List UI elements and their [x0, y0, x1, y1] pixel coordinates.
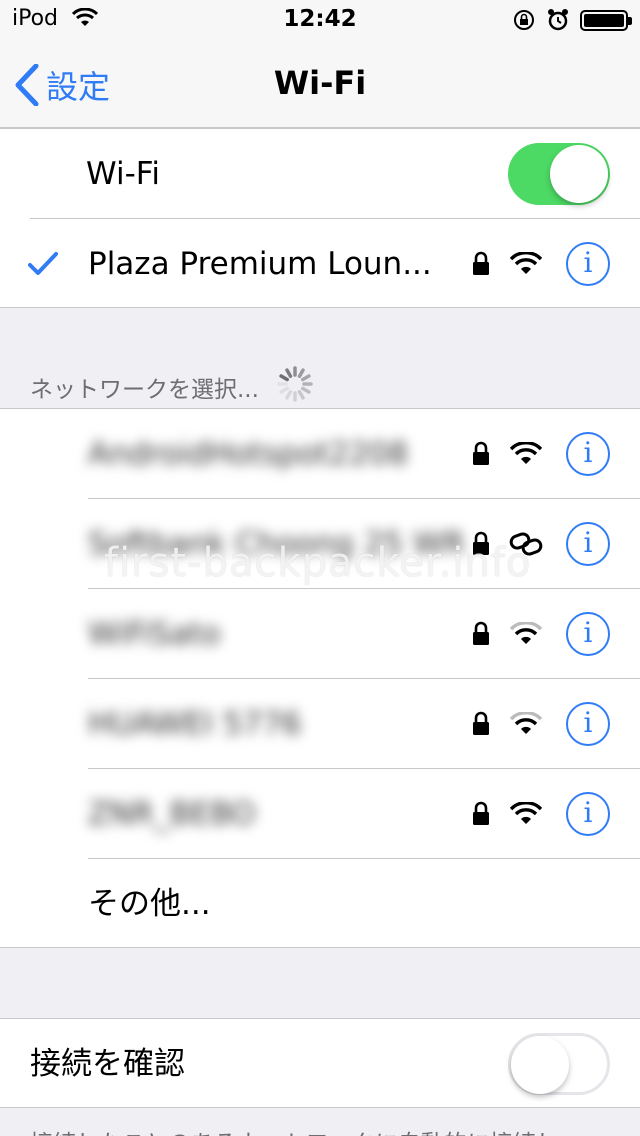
rotation-lock-icon — [512, 8, 536, 36]
wifi-signal-icon — [508, 589, 544, 679]
network-name: ZNR_BEBO — [88, 796, 256, 832]
network-row[interactable]: WiFiSato i — [0, 589, 640, 679]
network-name: Softbank Choong 25 WR — [88, 526, 466, 562]
status-bar: iPod 12:42 — [0, 0, 640, 40]
wifi-toggle-label: Wi-Fi — [86, 156, 160, 192]
navigation-bar: 設定 Wi-Fi — [0, 40, 640, 128]
lock-icon — [468, 589, 494, 679]
page-title: Wi-Fi — [273, 64, 367, 102]
lock-icon — [468, 769, 494, 859]
info-button[interactable]: i — [566, 522, 610, 566]
ask-to-join-row: 接続を確認 — [0, 1019, 640, 1109]
wifi-signal-icon — [508, 219, 544, 309]
lock-icon — [468, 499, 494, 589]
info-button[interactable]: i — [566, 612, 610, 656]
wifi-toggle-row: Wi-Fi — [0, 129, 640, 219]
section-header-label: ネットワークを選択... — [30, 377, 259, 403]
other-network-label: その他... — [88, 886, 211, 922]
network-row[interactable]: ZNR_BEBO i — [0, 769, 640, 859]
alarm-icon — [546, 8, 570, 36]
lock-icon — [468, 219, 494, 309]
network-name: WiFiSato — [88, 616, 221, 652]
connected-network-row[interactable]: Plaza Premium Loun... i — [0, 219, 640, 309]
network-row[interactable]: Softbank Choong 25 WR i — [0, 499, 640, 589]
other-network-row[interactable]: その他... — [0, 859, 640, 949]
network-section-header: ネットワークを選択... — [30, 364, 315, 410]
network-row[interactable]: AndroidHotspot2208 i — [0, 409, 640, 499]
lock-icon — [468, 409, 494, 499]
clock: 12:42 — [283, 6, 357, 32]
lock-icon — [468, 679, 494, 769]
wifi-group: Wi-Fi Plaza Premium Loun... i — [0, 128, 640, 308]
info-button[interactable]: i — [566, 702, 610, 746]
info-button[interactable]: i — [566, 242, 610, 286]
checkmark-icon — [28, 251, 58, 281]
wifi-signal-icon — [508, 409, 544, 499]
ask-to-join-toggle[interactable] — [508, 1033, 610, 1095]
link-icon — [508, 499, 544, 589]
ask-to-join-group: 接続を確認 — [0, 1018, 640, 1108]
loading-spinner-icon — [275, 364, 315, 410]
wifi-signal-icon — [508, 769, 544, 859]
footer-note: 接続したことのあるネットワークに自動的に接続し — [30, 1124, 559, 1136]
networks-group: AndroidHotspot2208 i Softbank Choong 25 … — [0, 408, 640, 948]
battery-icon — [580, 10, 632, 31]
network-name: HUAWEI 5776 — [88, 706, 302, 742]
wifi-signal-icon — [508, 679, 544, 769]
info-button[interactable]: i — [566, 432, 610, 476]
network-row[interactable]: HUAWEI 5776 i — [0, 679, 640, 769]
connected-network-name: Plaza Premium Loun... — [88, 246, 432, 282]
wifi-toggle[interactable] — [508, 143, 610, 205]
info-button[interactable]: i — [566, 792, 610, 836]
ask-to-join-label: 接続を確認 — [30, 1046, 185, 1082]
network-name: AndroidHotspot2208 — [88, 436, 409, 472]
